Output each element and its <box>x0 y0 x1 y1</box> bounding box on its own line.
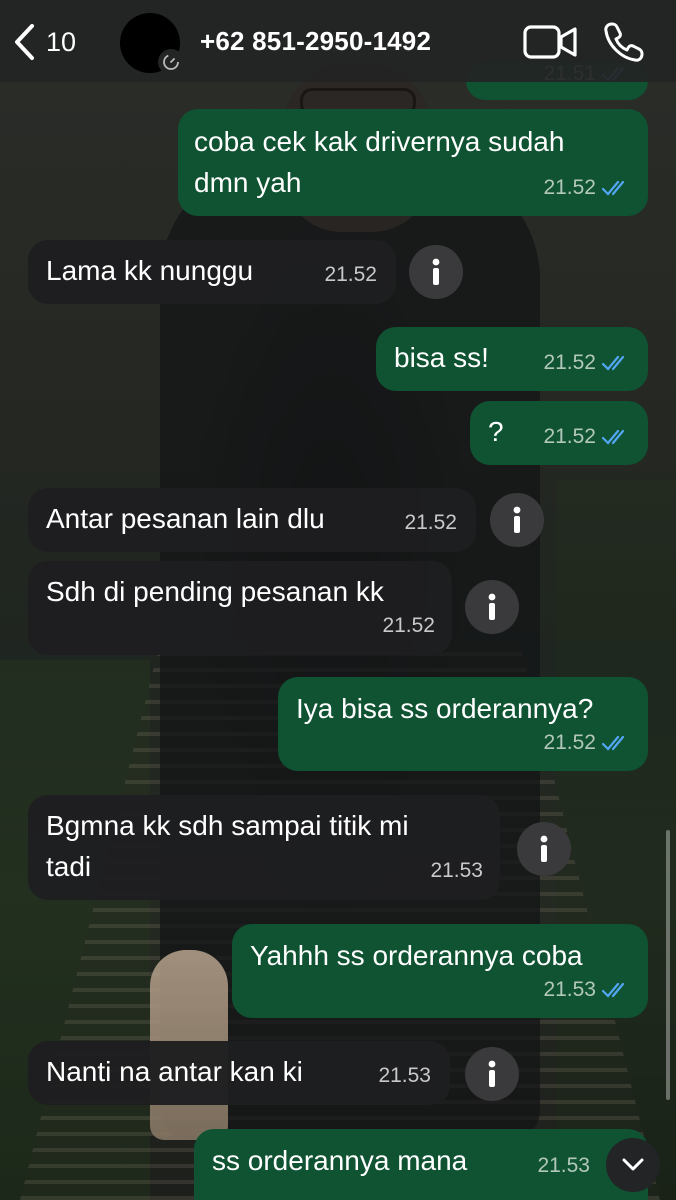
video-camera-icon <box>523 25 577 59</box>
info-icon <box>432 258 440 285</box>
message-time: 21.52 <box>543 351 596 374</box>
message-text: Bgmna kk sdh sampai titik mi tadi <box>46 810 409 882</box>
scroll-to-bottom-button[interactable] <box>606 1138 660 1192</box>
info-icon <box>513 506 521 533</box>
message-meta: 21.52 <box>543 342 632 383</box>
read-ticks-icon <box>602 982 625 998</box>
chevron-down-icon <box>622 1158 644 1171</box>
message-bubble-incoming[interactable]: Bgmna kk sdh sampai titik mi tadi 21.53 <box>28 795 500 900</box>
message-bubble-incoming[interactable]: Sdh di pending pesanan kk 21.52 <box>28 561 452 655</box>
message-time: 21.52 <box>543 731 596 754</box>
message-bubble-outgoing[interactable]: bisa ss! 21.52 <box>376 327 648 391</box>
message-meta: 21.53 <box>537 1145 590 1186</box>
contact-name[interactable]: +62 851-2950-1492 <box>200 26 431 57</box>
info-button[interactable] <box>409 245 463 299</box>
message-time: 21.52 <box>382 614 435 637</box>
message-bubble-outgoing[interactable]: Iya bisa ss orderannya? 21.52 <box>278 677 648 771</box>
message-time: 21.53 <box>537 1154 590 1177</box>
message-time: 21.52 <box>324 263 377 286</box>
message-meta: 21.53 <box>378 1055 431 1096</box>
message-time: 21.52 <box>543 425 596 448</box>
timer-icon <box>163 54 179 70</box>
message-meta: 21.53 <box>430 850 483 891</box>
message-time: 21.52 <box>543 176 596 199</box>
scrollbar[interactable] <box>666 830 670 1100</box>
chat-header: 10 +62 851-2950-1492 <box>0 0 676 82</box>
message-bubble-outgoing[interactable]: Yahhh ss orderannya coba 21.53 <box>232 924 648 1018</box>
message-time: 21.53 <box>378 1064 431 1087</box>
read-ticks-icon <box>602 180 625 196</box>
message-bubble-incoming[interactable]: Antar pesanan lain dlu 21.52 <box>28 488 476 552</box>
message-time: 21.53 <box>543 978 596 1001</box>
message-text: Nanti na antar kan ki <box>46 1056 303 1087</box>
info-button[interactable] <box>490 493 544 547</box>
message-meta: 21.53 <box>543 969 632 1010</box>
message-text: Antar pesanan lain dlu <box>46 503 325 534</box>
message-bubble-incoming[interactable]: Nanti na antar kan ki 21.53 <box>28 1041 450 1105</box>
info-icon <box>488 1060 496 1087</box>
message-meta: 21.52 <box>382 605 435 646</box>
disappearing-timer-badge <box>158 49 184 75</box>
read-ticks-icon <box>602 355 625 371</box>
message-text: Sdh di pending pesanan kk <box>46 576 384 607</box>
unread-count: 10 <box>46 26 77 57</box>
read-ticks-icon <box>602 429 625 445</box>
phone-icon <box>604 22 644 62</box>
message-bubble-outgoing[interactable]: coba cek kak drivernya sudah dmn yah 21.… <box>178 109 648 216</box>
chevron-left-icon <box>15 24 34 60</box>
message-meta: 21.52 <box>543 416 632 457</box>
info-button[interactable] <box>517 822 571 876</box>
message-bubble-outgoing[interactable]: ? 21.52 <box>470 401 648 465</box>
video-call-button[interactable] <box>523 22 577 67</box>
info-icon <box>488 593 496 620</box>
message-time: 21.53 <box>430 859 483 882</box>
message-bubble-incoming[interactable]: Lama kk nunggu 21.52 <box>28 240 396 304</box>
message-time: 21.52 <box>404 511 457 534</box>
info-icon <box>540 835 548 862</box>
message-list[interactable]: 21.51 coba cek kak drivernya sudah dmn y… <box>0 0 676 1200</box>
message-bubble-outgoing[interactable]: ss orderannya mana 21.53 <box>194 1129 648 1200</box>
read-ticks-icon <box>602 735 625 751</box>
back-button[interactable]: 10 <box>12 20 76 64</box>
message-meta: 21.52 <box>404 502 457 543</box>
contact-avatar[interactable] <box>120 13 184 75</box>
voice-call-button[interactable] <box>603 21 645 68</box>
message-meta: 21.52 <box>543 167 632 208</box>
message-meta: 21.52 <box>324 254 377 295</box>
message-meta: 21.52 <box>543 722 632 763</box>
info-button[interactable] <box>465 1047 519 1101</box>
info-button[interactable] <box>465 580 519 634</box>
